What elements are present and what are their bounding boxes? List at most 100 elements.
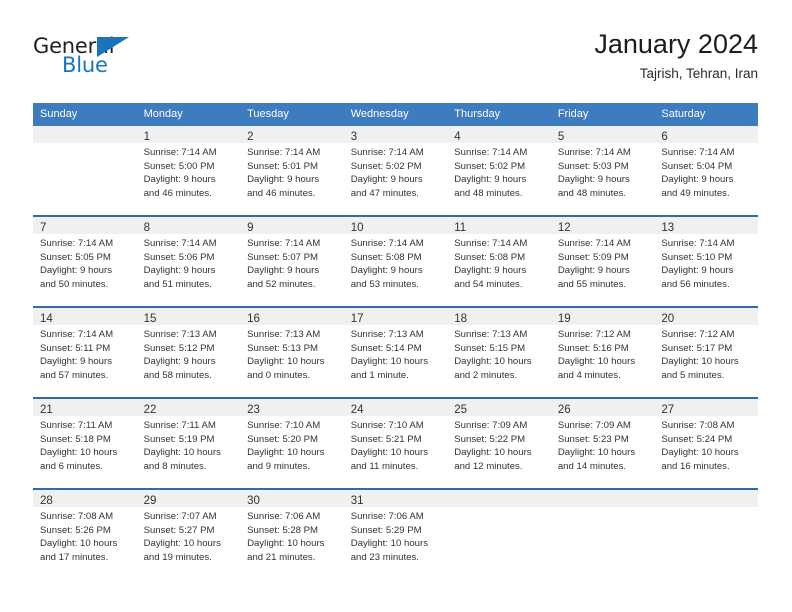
calendar-day-cell[interactable]: 5 Sunrise: 7:14 AM Sunset: 5:03 PM Daylight… — [550, 126, 655, 210]
calendar-day-cell[interactable]: 4 Sunrise: 7:14 AM Sunset: 5:02 PM Daylight… — [447, 126, 551, 210]
calendar-day-cell[interactable]: 27 Sunrise: 7:08 AM Sunset: 5:24 PM Dayligh… — [654, 399, 758, 483]
sunset-text: Sunset: 5:12 PM — [143, 342, 215, 354]
day-cell-details: Sunrise: 7:09 AM Sunset: 5:23 PM Daylight:… — [551, 416, 655, 473]
day-cell-17[interactable]: 17 Sunrise: 7:13 AM Sunset: 5:14 PM Dayligh… — [343, 308, 448, 392]
calendar-day-cell[interactable]: 18 Sunrise: 7:13 AM Sunset: 5:15 PM Dayligh… — [447, 308, 551, 392]
calendar-day-cell[interactable]: 7 Sunrise: 7:14 AM Sunset: 5:05 PM Daylight… — [33, 217, 137, 301]
calendar-day-cell[interactable]: 10 Sunrise: 7:14 AM Sunset: 5:08 PM Dayligh… — [343, 217, 448, 301]
day-number: 10 — [350, 222, 364, 234]
calendar-day-cell[interactable]: 30 Sunrise: 7:06 AM Sunset: 5:28 PM Dayligh… — [240, 490, 344, 574]
day-number: 22 — [143, 404, 157, 416]
page-header: General Blue January 2024 Tajrish, Tehra… — [33, 28, 758, 96]
calendar-header-row: Sunday Monday Tuesday Wednesday Thursday Frid… — [33, 103, 758, 126]
daylight-text-line2: and 50 minutes. — [40, 278, 109, 290]
day-cell-details: Sunrise: 7:14 AM Sunset: 5:09 PM Daylight:… — [551, 234, 655, 291]
calendar-day-cell[interactable]: 24 Sunrise: 7:10 AM Sunset: 5:21 PM Dayligh… — [343, 399, 448, 483]
day-cell-23[interactable]: 23 Sunrise: 7:10 AM Sunset: 5:20 PM Dayligh… — [240, 399, 344, 483]
calendar-day-cell[interactable]: 31 Sunrise: 7:06 AM Sunset: 5:29 PM Dayligh… — [343, 490, 448, 574]
calendar-day-cell[interactable]: 17 Sunrise: 7:13 AM Sunset: 5:14 PM Dayligh… — [343, 308, 448, 392]
day-number-band: 2 — [240, 126, 344, 143]
calendar-day-cell[interactable] — [654, 490, 758, 574]
calendar-day-cell[interactable]: 3 Sunrise: 7:14 AM Sunset: 5:02 PM Daylight… — [343, 126, 448, 210]
day-cell-21[interactable]: 21 Sunrise: 7:11 AM Sunset: 5:18 PM Dayligh… — [33, 399, 137, 483]
day-cell-11[interactable]: 11 Sunrise: 7:14 AM Sunset: 5:08 PM Dayligh… — [447, 217, 551, 301]
calendar-day-cell[interactable]: 22 Sunrise: 7:11 AM Sunset: 5:19 PM Dayligh… — [136, 399, 241, 483]
daylight-text-line1: Daylight: 10 hours — [661, 447, 739, 459]
day-cell-18[interactable]: 18 Sunrise: 7:13 AM Sunset: 5:15 PM Dayligh… — [447, 308, 551, 392]
daylight-text-line1: Daylight: 10 hours — [454, 356, 532, 368]
calendar-day-cell[interactable]: 23 Sunrise: 7:10 AM Sunset: 5:20 PM Dayligh… — [240, 399, 344, 483]
sunrise-text: Sunrise: 7:14 AM — [661, 147, 735, 158]
day-cell-24[interactable]: 24 Sunrise: 7:10 AM Sunset: 5:21 PM Dayligh… — [343, 399, 448, 483]
daylight-text-line1: Daylight: 10 hours — [454, 447, 532, 459]
sunset-text: Sunset: 5:08 PM — [350, 251, 422, 263]
calendar-day-cell[interactable]: 19 Sunrise: 7:12 AM Sunset: 5:16 PM Dayligh… — [550, 308, 655, 392]
day-cell-details: Sunrise: 7:14 AM Sunset: 5:01 PM Daylight:… — [240, 143, 344, 200]
day-cell-8[interactable]: 8 Sunrise: 7:14 AM Sunset: 5:06 PM Daylight… — [136, 217, 241, 301]
calendar-day-cell[interactable]: 25 Sunrise: 7:09 AM Sunset: 5:22 PM Dayligh… — [447, 399, 551, 483]
day-cell-4[interactable]: 4 Sunrise: 7:14 AM Sunset: 5:02 PM Daylight… — [447, 126, 551, 210]
calendar-day-cell[interactable]: 29 Sunrise: 7:07 AM Sunset: 5:27 PM Dayligh… — [136, 490, 241, 574]
sunrise-text: Sunrise: 7:09 AM — [454, 420, 528, 431]
day-cell-details: Sunrise: 7:14 AM Sunset: 5:10 PM Daylight:… — [654, 234, 758, 291]
day-cell-1[interactable]: 1 Sunrise: 7:14 AM Sunset: 5:00 PM Daylight… — [136, 126, 241, 210]
calendar-day-cell[interactable]: 13 Sunrise: 7:14 AM Sunset: 5:10 PM Dayligh… — [654, 217, 758, 301]
day-cell-30[interactable]: 30 Sunrise: 7:06 AM Sunset: 5:28 PM Dayligh… — [240, 490, 344, 574]
daylight-text-line2: and 23 minutes. — [350, 551, 419, 563]
calendar-day-cell[interactable]: 28 Sunrise: 7:08 AM Sunset: 5:26 PM Dayligh… — [33, 490, 137, 574]
calendar-day-cell[interactable]: 14 Sunrise: 7:14 AM Sunset: 5:11 PM Dayligh… — [33, 308, 137, 392]
calendar-day-cell[interactable]: 1 Sunrise: 7:14 AM Sunset: 5:00 PM Daylight… — [136, 126, 241, 210]
day-cell-7[interactable]: 7 Sunrise: 7:14 AM Sunset: 5:05 PM Daylight… — [33, 217, 137, 301]
calendar-day-cell[interactable]: 12 Sunrise: 7:14 AM Sunset: 5:09 PM Dayligh… — [550, 217, 655, 301]
day-cell-10[interactable]: 10 Sunrise: 7:14 AM Sunset: 5:08 PM Dayligh… — [343, 217, 448, 301]
daylight-text-line2: and 58 minutes. — [143, 369, 212, 381]
day-cell-25[interactable]: 25 Sunrise: 7:09 AM Sunset: 5:22 PM Dayligh… — [447, 399, 551, 483]
day-cell-29[interactable]: 29 Sunrise: 7:07 AM Sunset: 5:27 PM Dayligh… — [136, 490, 241, 574]
calendar-day-cell[interactable]: 20 Sunrise: 7:12 AM Sunset: 5:17 PM Dayligh… — [654, 308, 758, 392]
day-cell-details: Sunrise: 7:13 AM Sunset: 5:14 PM Daylight:… — [344, 325, 448, 382]
day-cell-26[interactable]: 26 Sunrise: 7:09 AM Sunset: 5:23 PM Dayligh… — [550, 399, 655, 483]
day-cell-22[interactable]: 22 Sunrise: 7:11 AM Sunset: 5:19 PM Dayligh… — [136, 399, 241, 483]
day-cell-2[interactable]: 2 Sunrise: 7:14 AM Sunset: 5:01 PM Daylight… — [240, 126, 344, 210]
day-cell-31[interactable]: 31 Sunrise: 7:06 AM Sunset: 5:29 PM Dayligh… — [343, 490, 448, 574]
day-cell-12[interactable]: 12 Sunrise: 7:14 AM Sunset: 5:09 PM Dayligh… — [550, 217, 655, 301]
day-cell-28[interactable]: 28 Sunrise: 7:08 AM Sunset: 5:26 PM Dayligh… — [33, 490, 137, 574]
day-number: 31 — [350, 495, 364, 507]
calendar-day-cell[interactable]: 16 Sunrise: 7:13 AM Sunset: 5:13 PM Dayligh… — [240, 308, 344, 392]
calendar-day-cell[interactable] — [447, 490, 551, 574]
daylight-text-line2: and 0 minutes. — [247, 369, 311, 381]
sunrise-text: Sunrise: 7:08 AM — [661, 420, 735, 431]
day-cell-27[interactable]: 27 Sunrise: 7:08 AM Sunset: 5:24 PM Dayligh… — [654, 399, 758, 483]
calendar-day-cell[interactable] — [33, 126, 137, 210]
day-cell-6[interactable]: 6 Sunrise: 7:14 AM Sunset: 5:04 PM Daylight… — [654, 126, 758, 210]
calendar-day-cell[interactable]: 26 Sunrise: 7:09 AM Sunset: 5:23 PM Dayligh… — [550, 399, 655, 483]
day-cell-details — [33, 143, 137, 146]
day-cell-9[interactable]: 9 Sunrise: 7:14 AM Sunset: 5:07 PM Daylight… — [240, 217, 344, 301]
day-cell-16[interactable]: 16 Sunrise: 7:13 AM Sunset: 5:13 PM Dayligh… — [240, 308, 344, 392]
sunset-text: Sunset: 5:29 PM — [350, 524, 422, 536]
day-number: 17 — [350, 313, 364, 325]
day-cell-20[interactable]: 20 Sunrise: 7:12 AM Sunset: 5:17 PM Dayligh… — [654, 308, 758, 392]
day-number-band: 24 — [343, 399, 448, 416]
logo-word-blue: Blue — [62, 53, 108, 77]
daylight-text-line2: and 47 minutes. — [350, 187, 419, 199]
day-cell-13[interactable]: 13 Sunrise: 7:14 AM Sunset: 5:10 PM Dayligh… — [654, 217, 758, 301]
calendar-day-cell[interactable]: 15 Sunrise: 7:13 AM Sunset: 5:12 PM Dayligh… — [136, 308, 241, 392]
calendar-day-cell[interactable]: 9 Sunrise: 7:14 AM Sunset: 5:07 PM Daylight… — [240, 217, 344, 301]
daylight-text-line1: Daylight: 9 hours — [247, 265, 320, 277]
day-cell-14[interactable]: 14 Sunrise: 7:14 AM Sunset: 5:11 PM Dayligh… — [33, 308, 137, 392]
calendar-day-cell[interactable]: 6 Sunrise: 7:14 AM Sunset: 5:04 PM Daylight… — [654, 126, 758, 210]
calendar-day-cell[interactable] — [550, 490, 655, 574]
day-number-band: 25 — [447, 399, 551, 416]
day-number-band: 13 — [654, 217, 758, 234]
day-cell-15[interactable]: 15 Sunrise: 7:13 AM Sunset: 5:12 PM Dayligh… — [136, 308, 241, 392]
calendar-day-cell[interactable]: 2 Sunrise: 7:14 AM Sunset: 5:01 PM Daylight… — [240, 126, 344, 210]
day-cell-5[interactable]: 5 Sunrise: 7:14 AM Sunset: 5:03 PM Daylight… — [550, 126, 655, 210]
general-blue-logo[interactable]: General Blue — [33, 36, 233, 88]
day-cell-19[interactable]: 19 Sunrise: 7:12 AM Sunset: 5:16 PM Dayligh… — [550, 308, 655, 392]
calendar-day-cell[interactable]: 11 Sunrise: 7:14 AM Sunset: 5:08 PM Dayligh… — [447, 217, 551, 301]
calendar-day-cell[interactable]: 21 Sunrise: 7:11 AM Sunset: 5:18 PM Dayligh… — [33, 399, 137, 483]
day-cell-3[interactable]: 3 Sunrise: 7:14 AM Sunset: 5:02 PM Daylight… — [343, 126, 448, 210]
day-number: 2 — [247, 131, 254, 143]
calendar-day-cell[interactable]: 8 Sunrise: 7:14 AM Sunset: 5:06 PM Daylight… — [136, 217, 241, 301]
